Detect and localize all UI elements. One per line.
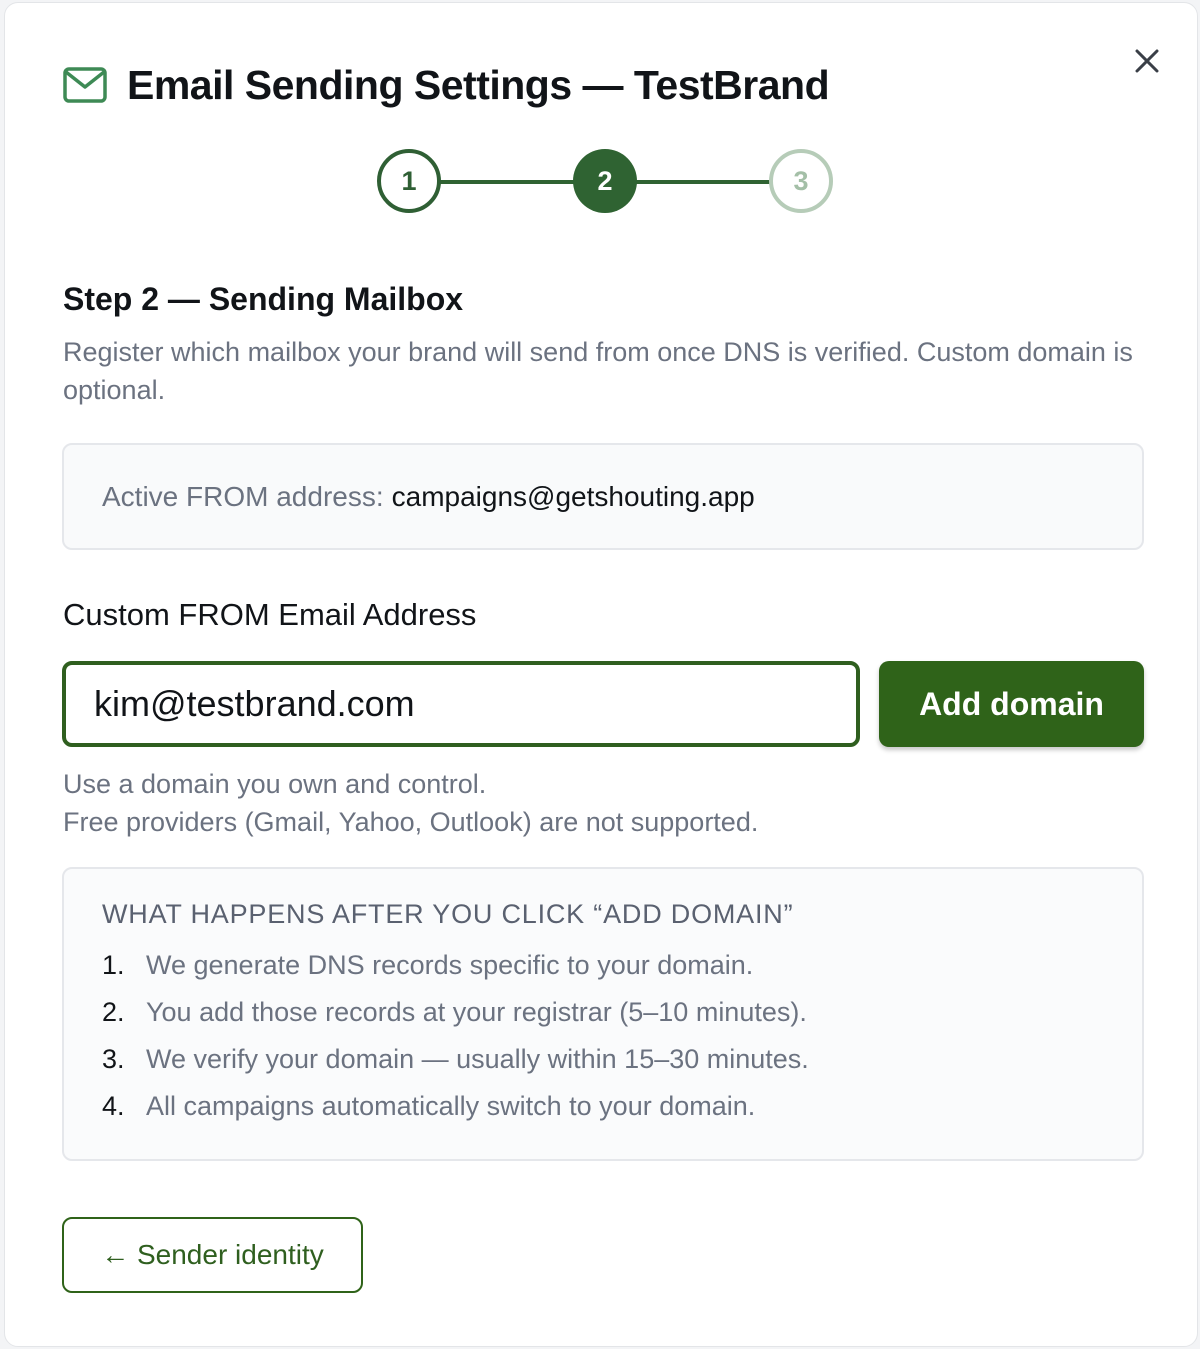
active-from-label: Active FROM address: xyxy=(102,480,384,512)
list-item: 4. All campaigns automatically switch to… xyxy=(102,1083,1104,1130)
list-item-number: 1. xyxy=(102,950,125,980)
list-item-text: We generate DNS records specific to your… xyxy=(146,950,754,980)
domain-hint: Use a domain you own and control. Free p… xyxy=(63,765,758,841)
stepper-connector xyxy=(635,180,771,184)
list-item-number: 2. xyxy=(102,997,125,1027)
list-item-text: You add those records at your registrar … xyxy=(146,997,807,1027)
step-2-indicator: 2 xyxy=(573,149,637,213)
custom-from-label: Custom FROM Email Address xyxy=(63,597,477,632)
add-domain-button[interactable]: Add domain xyxy=(879,661,1144,747)
custom-from-email-input[interactable] xyxy=(62,661,860,747)
what-happens-title: WHAT HAPPENS AFTER YOU CLICK “ADD DOMAIN… xyxy=(102,899,794,929)
close-button[interactable] xyxy=(1127,41,1167,81)
back-sender-identity-button[interactable]: ← Sender identity xyxy=(62,1217,363,1293)
step-description: Register which mailbox your brand will s… xyxy=(63,337,1133,405)
what-happens-list: 1. We generate DNS records specific to y… xyxy=(102,942,1104,1130)
list-item-text: We verify your domain — usually within 1… xyxy=(146,1044,809,1074)
email-settings-modal: Email Sending Settings — TestBrand 1 2 3… xyxy=(4,2,1198,1347)
active-from-panel: Active FROM address: campaigns@getshouti… xyxy=(62,443,1144,550)
step-heading: Step 2 — Sending Mailbox xyxy=(63,281,464,317)
modal-title: Email Sending Settings — TestBrand xyxy=(127,61,830,108)
modal-header: Email Sending Settings — TestBrand xyxy=(63,59,830,111)
stepper-connector xyxy=(439,180,575,184)
step-1-indicator[interactable]: 1 xyxy=(377,149,441,213)
active-from-value: campaigns@getshouting.app xyxy=(391,480,755,512)
step-3-indicator: 3 xyxy=(769,149,833,213)
list-item: 3. We verify your domain — usually withi… xyxy=(102,1036,1104,1083)
mail-icon xyxy=(63,67,107,103)
progress-stepper: 1 2 3 xyxy=(373,147,835,215)
what-happens-panel: WHAT HAPPENS AFTER YOU CLICK “ADD DOMAIN… xyxy=(62,867,1144,1161)
list-item-number: 4. xyxy=(102,1091,125,1121)
hint-line: Use a domain you own and control. xyxy=(63,769,487,799)
list-item: 2. You add those records at your registr… xyxy=(102,989,1104,1036)
list-item: 1. We generate DNS records specific to y… xyxy=(102,942,1104,989)
hint-line: Free providers (Gmail, Yahoo, Outlook) a… xyxy=(63,807,759,837)
close-icon xyxy=(1135,49,1159,73)
list-item-number: 3. xyxy=(102,1044,125,1074)
list-item-text: All campaigns automatically switch to yo… xyxy=(146,1091,756,1121)
